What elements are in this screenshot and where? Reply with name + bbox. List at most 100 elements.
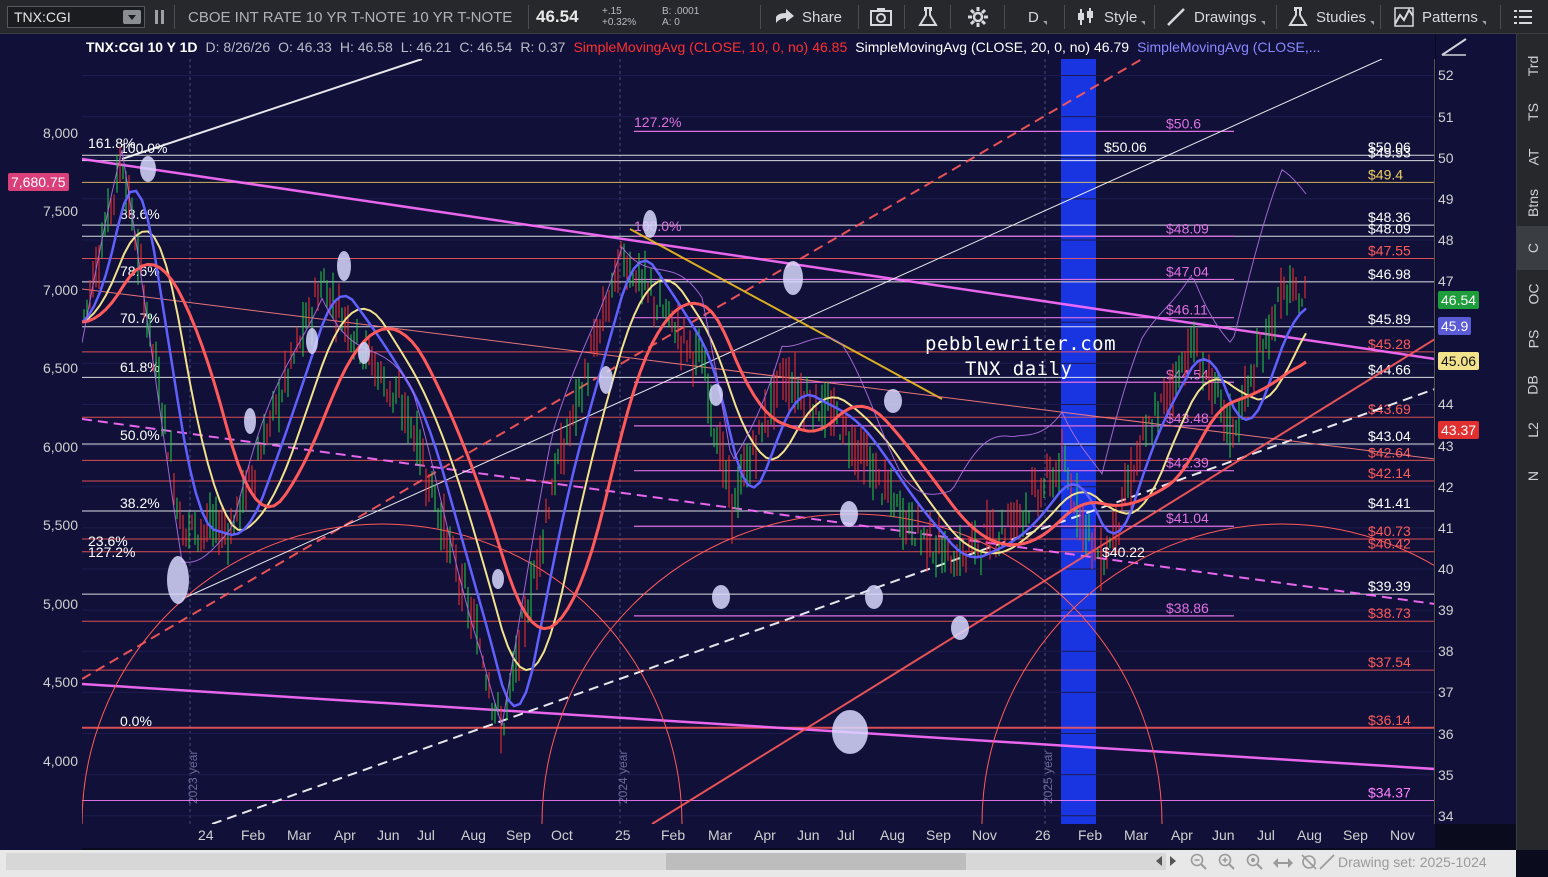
zoom-in-icon[interactable] [1218, 853, 1236, 871]
side-tab-btns[interactable]: Btns [1517, 181, 1548, 225]
side-tab-trd[interactable]: Trd [1517, 44, 1548, 88]
symbol-input[interactable]: TNX:CGI [7, 6, 145, 28]
side-tab-ps[interactable]: PS [1517, 317, 1548, 361]
marker-ellipse[interactable] [599, 366, 613, 394]
level-label: $45.89 [1368, 311, 1411, 327]
marker-ellipse[interactable] [840, 501, 858, 527]
time-tick-label: Oct [551, 827, 573, 843]
pan-icon[interactable] [1273, 856, 1293, 870]
sma-blue-line[interactable] [82, 189, 1307, 708]
time-axis[interactable]: 24 Feb Mar Apr Jun Jul Aug Sep Oct 25 Feb Mar Apr Jun… [82, 824, 1435, 848]
fib-level-label: $48.09 [1166, 220, 1209, 236]
fib-percent-label: 70.7% [120, 310, 160, 326]
drawings-button[interactable]: Drawings [1166, 0, 1265, 34]
trend-line[interactable] [82, 682, 1435, 771]
marker-ellipse[interactable] [709, 384, 723, 406]
trend-line[interactable] [82, 157, 1435, 361]
marker-ellipse[interactable] [783, 261, 803, 295]
marker-ellipse[interactable] [643, 210, 657, 238]
drawing-set-label[interactable]: Drawing set: 2025-1024 [1338, 854, 1487, 870]
level-label: $39.39 [1368, 578, 1411, 594]
horizontal-scrollbar[interactable] [6, 853, 1166, 870]
draw-line-icon[interactable] [1318, 853, 1336, 871]
side-tab-l2[interactable]: L2 [1517, 408, 1548, 452]
trend-line[interactable] [211, 388, 1435, 824]
time-tick-label: Mar [708, 827, 733, 843]
side-tab-ts[interactable]: TS [1517, 90, 1548, 134]
level-label: $49.4 [1368, 166, 1403, 182]
sma20-label[interactable]: SimpleMovingAvg (CLOSE, 20, 0, no) [855, 39, 1090, 55]
scroll-left-icon[interactable] [1154, 856, 1164, 866]
candle-style-icon [1078, 8, 1093, 25]
marker-ellipse[interactable] [884, 389, 902, 413]
side-tab-label: PS [1525, 329, 1541, 349]
time-tick-label: Aug [880, 827, 905, 843]
chart-canvas[interactable]: 2023 year 2024 year 2025 year $50.06 $49.93 $… [82, 59, 1435, 824]
scroll-right-icon[interactable] [1168, 856, 1178, 866]
marker-ellipse[interactable] [140, 156, 156, 182]
marker-ellipse[interactable] [167, 556, 189, 604]
side-tab-db[interactable]: DB [1517, 363, 1548, 407]
link-icon[interactable] [150, 0, 170, 34]
marker-ellipse[interactable] [358, 342, 370, 364]
zoom-fit-icon[interactable] [1246, 853, 1264, 871]
marker-ellipse[interactable] [244, 408, 256, 434]
sma-yellow-line[interactable] [82, 230, 1307, 672]
time-tick-label: Feb [241, 827, 266, 843]
snapshot-button[interactable] [870, 0, 892, 34]
instrument-name: CBOE INT RATE 10 YR T-NOTE [188, 8, 407, 26]
time-tick-label: Sep [926, 827, 951, 843]
share-button[interactable]: Share [774, 0, 842, 34]
sma10-value: 46.85 [812, 38, 848, 55]
price-tick-label: 48 [1438, 231, 1454, 248]
sma-third-label[interactable]: SimpleMovingAvg (CLOSE,... [1137, 39, 1320, 55]
marker-ellipse[interactable] [865, 585, 883, 609]
interval-button[interactable]: D [1028, 0, 1047, 34]
marker-ellipse[interactable] [337, 251, 351, 281]
sma20-value: 46.79 [1094, 38, 1130, 55]
price-tick-label: 52 [1438, 67, 1454, 84]
scale-toggle-icon[interactable] [1440, 36, 1468, 58]
side-tab-c[interactable]: C [1517, 226, 1548, 270]
left-price-axis[interactable]: 8,000 7,500 7,000 6,500 6,000 5,500 5,000 4,500… [0, 34, 82, 850]
hamburger-menu-icon [1514, 10, 1532, 24]
watermark-label: TNX daily [965, 358, 1073, 380]
side-tab-oc[interactable]: OC [1517, 272, 1548, 316]
menu-button[interactable] [1514, 0, 1532, 34]
marker-ellipse[interactable] [832, 710, 868, 754]
side-tab-label: AT [1524, 148, 1541, 166]
inline-level-label: $40.22 [1102, 544, 1145, 560]
fib-percent-label: 38.2% [120, 495, 160, 511]
symbol-dropdown-icon[interactable] [123, 10, 141, 24]
side-tab-label: TS [1524, 102, 1541, 121]
flask-button[interactable] [918, 0, 938, 34]
time-tick-label: Apr [334, 827, 356, 843]
side-tab-at[interactable]: AT [1517, 135, 1548, 179]
marker-ellipse[interactable] [951, 616, 969, 640]
right-price-axis[interactable]: 5251504948474645444342414039383736353446… [1436, 34, 1516, 824]
price-badge-last: 46.54 [1438, 291, 1480, 310]
marker-ellipse[interactable] [492, 569, 504, 589]
side-tab-label: L2 [1524, 422, 1541, 438]
side-tab-n[interactable]: N [1517, 454, 1548, 498]
sma-red-line[interactable] [82, 262, 1307, 631]
patterns-button[interactable]: Patterns [1394, 0, 1486, 34]
zoom-out-icon[interactable] [1190, 853, 1208, 871]
scrollbar-thumb[interactable] [666, 853, 966, 870]
style-button[interactable]: Style [1076, 0, 1146, 34]
time-tick-label: Aug [461, 827, 486, 843]
time-tick-label: Nov [1390, 827, 1415, 843]
bar-date: D: 8/26/26 [205, 38, 271, 55]
marker-ellipse[interactable] [712, 585, 730, 609]
fib-percent-label: 100.0% [120, 140, 167, 156]
sma10-label[interactable]: SimpleMovingAvg (CLOSE, 10, 0, no) [573, 39, 808, 55]
reset-zoom-icon[interactable] [1300, 853, 1318, 871]
settings-button[interactable] [968, 0, 988, 34]
chart-plot-area[interactable]: 2023 year 2024 year 2025 year $50.06 $49.93 $… [82, 59, 1435, 824]
fib-percent-label: 127.2% [634, 114, 681, 130]
time-tick-label: Jul [417, 827, 435, 843]
studies-button[interactable]: Studies [1288, 0, 1375, 34]
trend-line[interactable] [121, 59, 423, 160]
marker-ellipse[interactable] [306, 328, 318, 354]
price-tick-label: 42 [1438, 478, 1454, 495]
